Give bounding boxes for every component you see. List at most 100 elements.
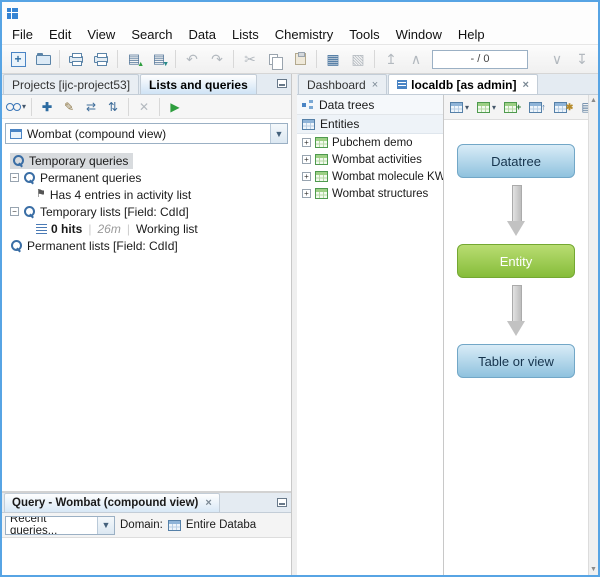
expand-icon[interactable]: + <box>302 172 311 181</box>
domain-value[interactable]: Entire Databa <box>186 519 288 531</box>
copy-button[interactable] <box>263 47 287 71</box>
collapse-icon[interactable]: − <box>10 207 19 216</box>
star-icon: ✱ <box>566 102 574 113</box>
delete-button[interactable]: ✕ <box>134 97 154 117</box>
entity-item-wombat-molecule-kw[interactable]: + Wombat molecule KW <box>297 168 443 185</box>
add-entity-button[interactable]: + <box>502 97 523 117</box>
menu-data[interactable]: Data <box>181 27 224 42</box>
convert-list-button[interactable]: ⇄ <box>81 97 101 117</box>
separator: | <box>88 222 91 236</box>
edit-schema-button[interactable]: ✱ <box>552 97 576 117</box>
tab-query[interactable]: Query - Wombat (compound view) × <box>4 493 220 512</box>
view-options-button[interactable]: ▾ <box>6 97 26 117</box>
grid-view-button[interactable]: ▦ <box>321 47 345 71</box>
first-record-icon: ↥ <box>385 51 397 68</box>
last-record-button[interactable]: ↧ <box>570 47 594 71</box>
plus-icon: + <box>516 102 521 112</box>
swap-icon: ⇄ <box>86 100 96 114</box>
minimize-window-icon[interactable] <box>277 498 287 507</box>
schema-canvas[interactable]: Datatree Entity Table or view <box>444 120 588 575</box>
minimize-window-icon[interactable] <box>277 79 287 88</box>
left-tab-row: Projects [ijc-project53] Lists and queri… <box>2 74 291 95</box>
chevron-down-icon[interactable]: ▼ <box>97 517 114 534</box>
tab-projects[interactable]: Projects [ijc-project53] <box>3 74 139 94</box>
chevron-down-icon[interactable]: ▼ <box>270 124 287 143</box>
commit-changes-button[interactable]: ▤▲ <box>122 47 146 71</box>
run-query-button[interactable]: ▶ <box>165 97 185 117</box>
promote-entity-button[interactable]: ↑ <box>527 97 548 117</box>
menu-view[interactable]: View <box>79 27 123 42</box>
collapse-icon[interactable]: − <box>10 173 19 182</box>
new-datatree-button[interactable]: ▾ <box>448 97 471 117</box>
expand-icon[interactable]: + <box>302 138 311 147</box>
diagram-node-datatree[interactable]: Datatree <box>457 144 575 178</box>
diagram-node-entity[interactable]: Entity <box>457 244 575 278</box>
close-icon[interactable]: × <box>205 497 211 509</box>
undo-button[interactable]: ↶ <box>180 47 204 71</box>
entity-item-wombat-activities[interactable]: + Wombat activities <box>297 151 443 168</box>
tree-item-temporary-queries[interactable]: Temporary queries <box>2 152 291 169</box>
redo-button[interactable]: ↷ <box>205 47 229 71</box>
cut-button[interactable]: ✂ <box>238 47 262 71</box>
scroll-up-icon[interactable]: ▲ <box>590 97 597 104</box>
diagram-node-table-or-view[interactable]: Table or view <box>457 344 575 378</box>
form-view-button[interactable]: ▧ <box>346 47 370 71</box>
schema-editor-content: Data trees Entities + Pubchem demo + <box>297 95 598 575</box>
scroll-down-icon[interactable]: ▼ <box>590 566 597 573</box>
entities-header[interactable]: Entities <box>297 115 443 134</box>
tab-projects-label: Projects [ijc-project53] <box>12 78 130 92</box>
entity-label: Wombat activities <box>332 154 422 166</box>
expand-icon[interactable]: + <box>302 155 311 164</box>
tree-item-activity-query[interactable]: ⚑ Has 4 entries in activity list <box>2 186 291 203</box>
form-icon: ▧ <box>351 51 364 68</box>
open-button[interactable] <box>31 47 55 71</box>
menu-file[interactable]: File <box>4 27 41 42</box>
menu-window[interactable]: Window <box>388 27 450 42</box>
schema-toolbar: ▾ ▾ + ↑ ✱ ▤ <box>444 95 588 120</box>
entity-label: Pubchem demo <box>332 137 413 149</box>
new-button[interactable]: + <box>6 47 30 71</box>
recent-queries-select[interactable]: Recent queries... ▼ <box>5 516 115 535</box>
entity-item-wombat-structures[interactable]: + Wombat structures <box>297 185 443 202</box>
paste-button[interactable] <box>288 47 312 71</box>
menu-tools[interactable]: Tools <box>341 27 387 42</box>
tree-item-permanent-queries[interactable]: − Permanent queries <box>2 169 291 186</box>
toolbar-separator <box>117 50 118 68</box>
view-selector[interactable]: Wombat (compound view) ▼ <box>5 123 288 144</box>
tree-item-permanent-lists[interactable]: Permanent lists [Field: CdId] <box>2 237 291 254</box>
record-counter-input[interactable] <box>432 50 528 69</box>
tree-item-temporary-lists[interactable]: − Temporary lists [Field: CdId] <box>2 203 291 220</box>
tree-item-working-list[interactable]: 0 hits | 26m | Working list <box>2 220 291 237</box>
table-icon <box>315 188 328 199</box>
query-editor-area[interactable] <box>2 538 291 575</box>
previous-record-button[interactable]: ∧ <box>404 47 428 71</box>
revert-changes-button[interactable]: ▤▼ <box>147 47 171 71</box>
expand-icon[interactable]: + <box>302 189 311 198</box>
next-record-button[interactable]: ∨ <box>545 47 569 71</box>
title-bar[interactable] <box>2 2 598 24</box>
entity-item-pubchem-demo[interactable]: + Pubchem demo <box>297 134 443 151</box>
tab-dashboard[interactable]: Dashboard × <box>298 74 387 94</box>
menu-search[interactable]: Search <box>123 27 180 42</box>
new-list-button[interactable]: ✚ <box>37 97 57 117</box>
edit-list-button[interactable]: ✎ <box>59 97 79 117</box>
menu-help[interactable]: Help <box>450 27 493 42</box>
menu-chemistry[interactable]: Chemistry <box>267 27 342 42</box>
menu-lists[interactable]: Lists <box>224 27 267 42</box>
data-trees-header[interactable]: Data trees <box>297 95 443 115</box>
close-icon[interactable]: × <box>372 79 378 91</box>
pencil-icon: ✎ <box>64 100 74 114</box>
undo-icon: ↶ <box>186 51 198 68</box>
tab-lists-and-queries[interactable]: Lists and queries <box>140 74 257 94</box>
close-icon[interactable]: × <box>523 79 529 91</box>
sort-lists-button[interactable]: ⇅ <box>103 97 123 117</box>
toolbar-separator <box>31 98 32 116</box>
clipboard-icon <box>295 53 306 65</box>
first-record-button[interactable]: ↥ <box>379 47 403 71</box>
print-preview-button[interactable] <box>89 47 113 71</box>
vertical-scrollbar[interactable]: ▲ ▼ <box>588 95 598 575</box>
new-entity-button[interactable]: ▾ <box>475 97 498 117</box>
tab-localdb[interactable]: localdb [as admin] × <box>388 74 538 94</box>
print-button[interactable] <box>64 47 88 71</box>
menu-edit[interactable]: Edit <box>41 27 79 42</box>
